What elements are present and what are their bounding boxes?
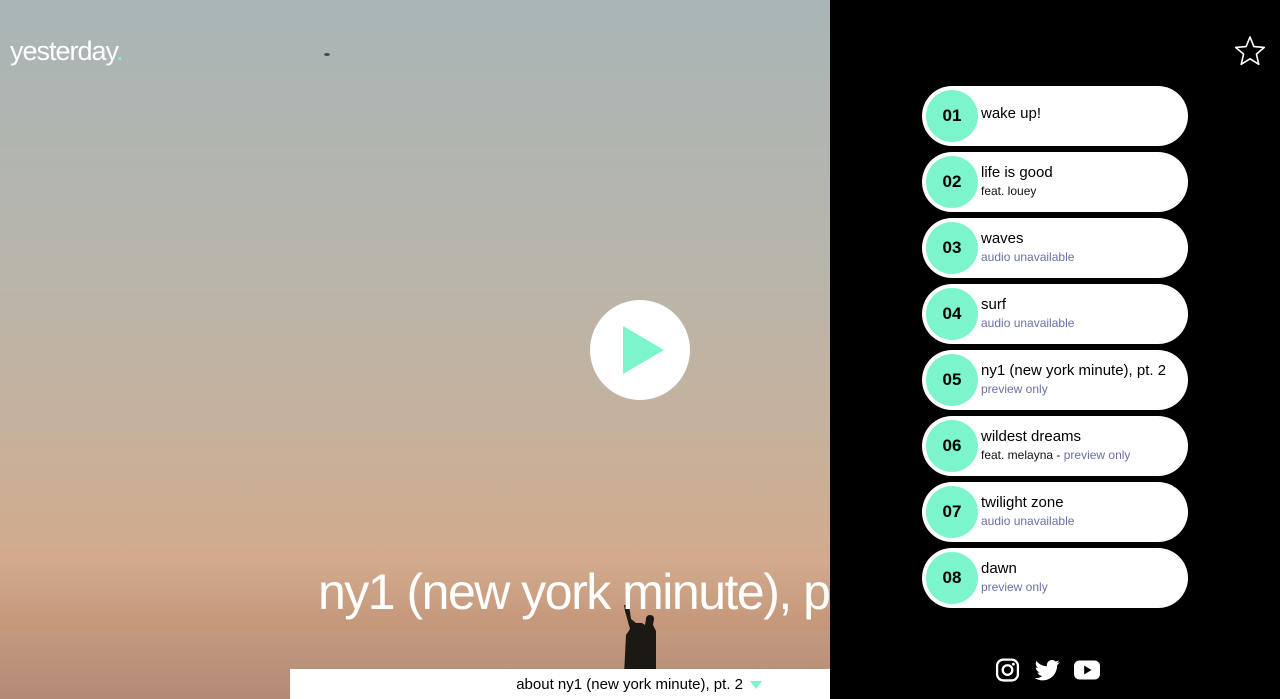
track-subtitle: preview only bbox=[981, 382, 1048, 396]
track-item[interactable]: 04 surf audio unavailable bbox=[922, 284, 1188, 344]
track-number: 08 bbox=[926, 552, 978, 604]
track-item[interactable]: 02 life is good feat. louey bbox=[922, 152, 1188, 212]
track-title: dawn bbox=[981, 560, 1017, 577]
track-featuring: feat. melayna bbox=[981, 448, 1054, 462]
track-status: preview only bbox=[981, 580, 1048, 594]
youtube-icon[interactable] bbox=[1073, 657, 1101, 683]
track-subtitle: feat. melayna - preview only bbox=[981, 448, 1130, 462]
track-title: twilight zone bbox=[981, 494, 1064, 511]
star-icon[interactable] bbox=[1234, 35, 1266, 67]
hero-title: ny1 (new york minute), pt. 2 bbox=[318, 564, 894, 620]
track-subtitle: preview only bbox=[981, 580, 1048, 594]
track-status: audio unavailable bbox=[981, 316, 1075, 330]
track-title: ny1 (new york minute), pt. 2 bbox=[981, 362, 1167, 379]
track-title: wildest dreams bbox=[981, 428, 1082, 445]
track-item[interactable]: 07 twilight zone audio unavailable bbox=[922, 482, 1188, 542]
track-subtitle: audio unavailable bbox=[981, 514, 1074, 528]
about-label: about ny1 (new york minute), pt. 2 bbox=[516, 675, 743, 693]
track-item[interactable]: 05 ny1 (new york minute), pt. 2 preview … bbox=[922, 350, 1188, 410]
track-title: wake up! bbox=[981, 105, 1042, 122]
triangle-down-icon bbox=[750, 681, 762, 689]
track-status: preview only bbox=[1063, 448, 1131, 462]
track-title: surf bbox=[981, 296, 1007, 313]
play-button[interactable] bbox=[590, 300, 690, 400]
track-subtitle: audio unavailable bbox=[981, 316, 1074, 330]
track-number: 02 bbox=[926, 156, 978, 208]
track-status: audio unavailable bbox=[981, 514, 1075, 528]
track-title: waves bbox=[981, 230, 1024, 247]
brand-logo[interactable]: yesterday. bbox=[10, 36, 124, 67]
track-item[interactable]: 08 dawn preview only bbox=[922, 548, 1188, 608]
track-number: 05 bbox=[926, 354, 978, 406]
track-number: 04 bbox=[926, 288, 978, 340]
track-number: 06 bbox=[926, 420, 978, 472]
bird bbox=[324, 53, 330, 56]
instagram-icon[interactable] bbox=[995, 657, 1020, 683]
track-number: 07 bbox=[926, 486, 978, 538]
track-number: 01 bbox=[926, 90, 978, 142]
track-subtitle: feat. louey bbox=[981, 184, 1036, 198]
track-item[interactable]: 03 waves audio unavailable bbox=[922, 218, 1188, 278]
track-status: audio unavailable bbox=[981, 250, 1075, 264]
brand-dot: . bbox=[116, 36, 123, 66]
play-icon bbox=[623, 326, 664, 374]
about-toggle[interactable]: about ny1 (new york minute), pt. 2 bbox=[290, 669, 830, 699]
brand-name: yesterday bbox=[10, 36, 117, 66]
track-item[interactable]: 01 wake up! bbox=[922, 86, 1188, 146]
track-separator: - bbox=[1053, 448, 1064, 462]
track-list: 01 wake up! 02 life is good feat. louey … bbox=[922, 86, 1188, 614]
track-title: life is good bbox=[981, 164, 1053, 181]
track-subtitle: audio unavailable bbox=[981, 250, 1074, 264]
track-number: 03 bbox=[926, 222, 978, 274]
track-status: preview only bbox=[981, 382, 1048, 396]
twitter-icon[interactable] bbox=[1035, 657, 1060, 683]
track-featuring: feat. louey bbox=[981, 184, 1037, 198]
track-item[interactable]: 06 wildest dreams feat. melayna - previe… bbox=[922, 416, 1188, 476]
